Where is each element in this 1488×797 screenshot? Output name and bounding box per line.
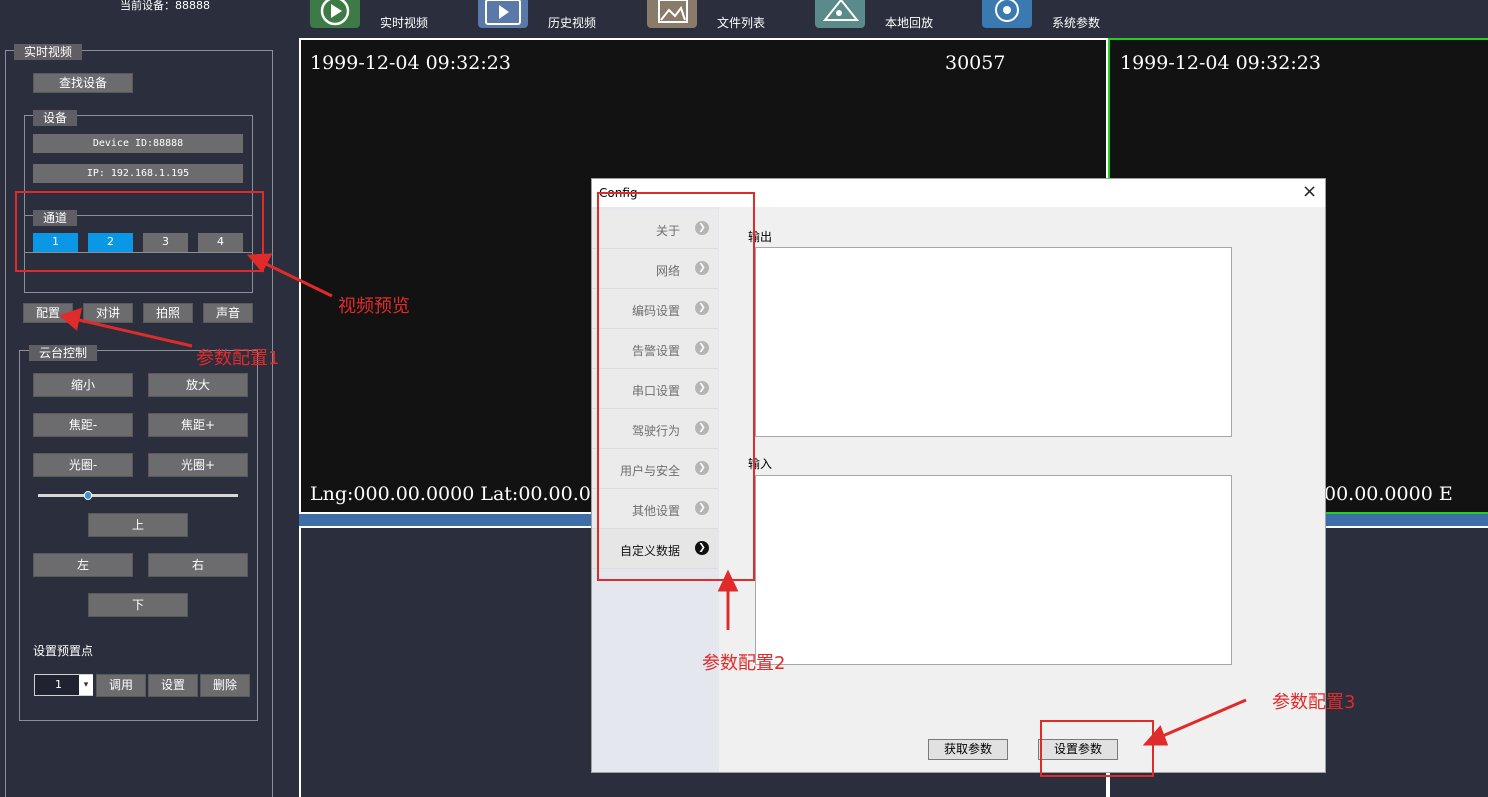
arrow-video-preview bbox=[261, 260, 333, 298]
annotation-param-config-1: 参数配置1 bbox=[196, 348, 280, 369]
arrow-config-3 bbox=[1157, 698, 1247, 740]
arrow-head bbox=[1142, 725, 1169, 746]
arrow-head bbox=[59, 307, 83, 331]
annotation-param-config-2: 参数配置2 bbox=[702, 653, 786, 674]
annotation-video-preview: 视频预览 bbox=[338, 296, 410, 317]
annotation-arrows bbox=[59, 253, 1247, 746]
annotation-param-config-3: 参数配置3 bbox=[1272, 692, 1356, 713]
arrow-head bbox=[717, 569, 739, 592]
arrow-head bbox=[246, 253, 273, 273]
arrow-config-1 bbox=[74, 317, 193, 348]
